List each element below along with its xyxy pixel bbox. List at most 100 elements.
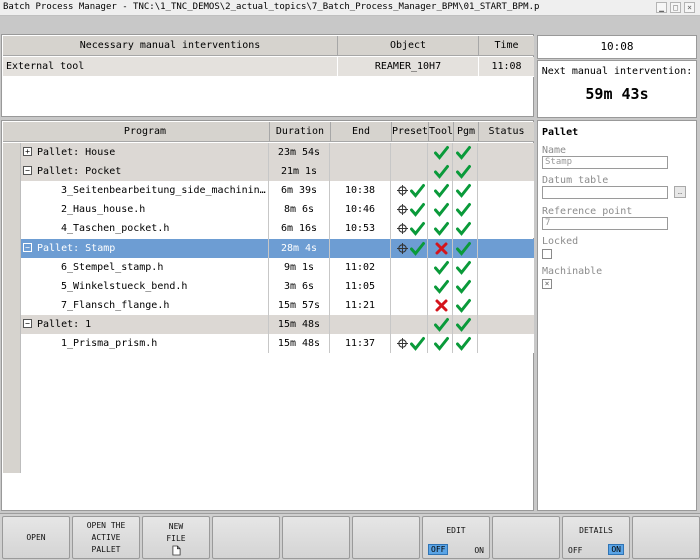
program-row[interactable]: 6_Stempel_stamp.h 9m 1s 11:02: [21, 258, 534, 277]
col-end[interactable]: End: [331, 122, 391, 141]
end-time-cell: 10:53: [344, 223, 376, 234]
program-row[interactable]: 3_Seitenbearbeitung_side_machinin… 6m 39s…: [21, 181, 534, 200]
interventions-panel: Necessary manual interventions Object Ti…: [1, 34, 534, 117]
collapse-icon[interactable]: −: [23, 243, 32, 252]
column-divider: [390, 143, 391, 353]
datum-table-field[interactable]: [542, 186, 668, 199]
pgm-check-icon: [456, 165, 471, 179]
next-intervention-value: 59m 43s: [585, 85, 649, 103]
pallet-row[interactable]: − Pallet: 1 15m 48s: [21, 315, 534, 334]
pallet-row[interactable]: − Pallet: Stamp 28m 4s: [21, 239, 534, 258]
softkey-label: PALLET: [91, 545, 121, 554]
program-row[interactable]: 4_Taschen_pocket.h 6m 16s 10:53: [21, 219, 534, 238]
toggle-off[interactable]: OFF: [568, 546, 582, 555]
locked-checkbox[interactable]: [542, 249, 552, 259]
softkey-3[interactable]: NEW FILE: [142, 516, 210, 559]
name-field[interactable]: Stamp: [542, 156, 668, 169]
pallet-row[interactable]: − Pallet: Pocket 21m 1s: [21, 162, 534, 181]
softkey-label: OPEN THE: [86, 521, 126, 530]
pgm-check-icon: [456, 337, 471, 351]
reference-point-field[interactable]: 7: [542, 217, 668, 230]
end-time-cell: 11:37: [344, 338, 376, 349]
duration-cell: 9m 1s: [283, 262, 315, 273]
interventions-header-label: Necessary manual interventions: [79, 40, 261, 51]
pallet-row[interactable]: + Pallet: House 23m 54s: [21, 143, 534, 162]
close-button[interactable]: ×: [684, 2, 695, 13]
program-row[interactable]: 2_Haus_house.h 8m 6s 10:46: [21, 200, 534, 219]
tool-error-icon: [435, 242, 448, 255]
program-name: Pallet: House: [37, 147, 116, 158]
collapse-icon[interactable]: −: [23, 319, 32, 328]
program-row[interactable]: 1_Prisma_prism.h 15m 48s 11:37: [21, 334, 534, 353]
pgm-check-icon: [456, 299, 471, 313]
machinable-checkbox[interactable]: ×: [542, 279, 552, 289]
end-time-cell: 11:21: [344, 300, 376, 311]
softkey-bar: OPEN OPEN THE ACTIVE PALLET NEW FILE EDIT OFF ON…: [0, 513, 700, 560]
softkey-4[interactable]: [212, 516, 280, 559]
program-name: 3_Seitenbearbeitung_side_machinin…: [61, 185, 266, 196]
col-duration[interactable]: Duration: [270, 122, 330, 141]
column-divider: [427, 143, 428, 353]
softkey-label: EDIT: [446, 526, 466, 535]
pgm-check-icon: [456, 146, 471, 160]
softkey-9[interactable]: DETAILS OFF ON: [562, 516, 630, 559]
window-title: Batch Process Manager - TNC:\1_TNC_DEMOS…: [3, 2, 540, 12]
softkey-10[interactable]: [632, 516, 700, 559]
end-time-cell: 11:02: [344, 262, 376, 273]
preset-target-icon: [397, 243, 408, 254]
pgm-check-icon: [456, 318, 471, 332]
softkey-8[interactable]: [492, 516, 560, 559]
duration-cell: 28m 4s: [280, 243, 318, 254]
end-time-cell: [330, 315, 390, 334]
preset-check-icon: [410, 242, 425, 256]
browse-button[interactable]: …: [674, 186, 686, 198]
pgm-check-icon: [456, 280, 471, 294]
row-gutter: [3, 143, 21, 473]
softkey-label: NEW: [168, 522, 184, 531]
program-name: 4_Taschen_pocket.h: [61, 223, 170, 234]
softkey-1[interactable]: OPEN: [2, 516, 70, 559]
duration-cell: 21m 1s: [280, 166, 318, 177]
toggle-on[interactable]: ON: [474, 546, 484, 555]
next-intervention-box: Next manual intervention: 59m 43s: [537, 60, 697, 118]
column-divider: [477, 143, 478, 353]
softkey-2[interactable]: OPEN THE ACTIVE PALLET: [72, 516, 140, 559]
minimize-button[interactable]: ▁: [656, 2, 667, 13]
collapse-icon[interactable]: −: [23, 166, 32, 175]
pallet-detail-panel: Pallet Name Stamp Datum table … Referenc…: [537, 120, 697, 511]
toggle-off[interactable]: OFF: [428, 544, 449, 555]
softkey-5[interactable]: [282, 516, 350, 559]
softkey-6[interactable]: [352, 516, 420, 559]
pgm-check-icon: [456, 203, 471, 217]
maximize-button[interactable]: □: [670, 2, 681, 13]
pallet-detail-title: Pallet: [542, 127, 579, 138]
program-row[interactable]: 5_Winkelstueck_bend.h 3m 6s 11:05: [21, 277, 534, 296]
machinable-label: Machinable: [542, 266, 603, 277]
intervention-row[interactable]: External tool REAMER_10H7 11:08: [3, 57, 534, 77]
preset-check-icon: [410, 184, 425, 198]
pgm-check-icon: [456, 222, 471, 236]
datum-table-label: Datum table: [542, 175, 609, 186]
toggle-on[interactable]: ON: [608, 544, 624, 555]
col-tool[interactable]: Tool: [429, 122, 453, 141]
preset-target-icon: [397, 338, 408, 349]
preset-target-icon: [397, 185, 408, 196]
col-pgm[interactable]: Pgm: [454, 122, 478, 141]
softkey-7[interactable]: EDIT OFF ON: [422, 516, 490, 559]
program-row[interactable]: 7_Flansch_flange.h 15m 57s 11:21: [21, 296, 534, 315]
col-program[interactable]: Program: [21, 122, 269, 141]
duration-cell: 15m 48s: [277, 319, 321, 330]
column-divider: [329, 143, 330, 353]
tool-check-icon: [434, 337, 449, 351]
col-status[interactable]: Status: [479, 122, 534, 141]
duration-cell: 8m 6s: [283, 204, 315, 215]
program-name: 5_Winkelstueck_bend.h: [61, 281, 188, 292]
end-time-cell: 10:46: [344, 204, 376, 215]
reference-point-label: Reference point: [542, 206, 633, 217]
end-time-cell: [330, 162, 390, 181]
col-preset[interactable]: Preset: [392, 122, 428, 141]
expand-icon[interactable]: +: [23, 147, 32, 156]
intervention-time: 11:08: [491, 61, 522, 72]
program-name: Pallet: Stamp: [37, 243, 116, 254]
program-name: 6_Stempel_stamp.h: [61, 262, 164, 273]
